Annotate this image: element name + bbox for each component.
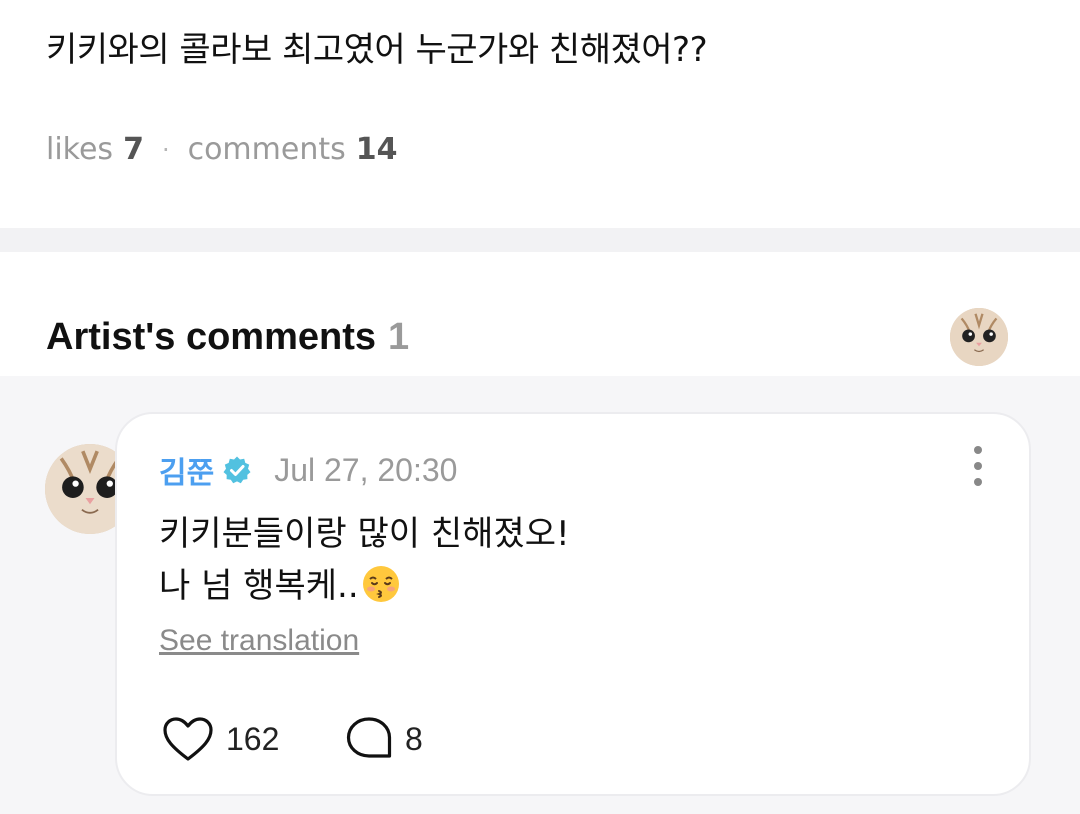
likes-label[interactable]: likes: [46, 132, 113, 167]
kissing-face-emoji-icon: [362, 566, 399, 602]
post-page: 키키와의 콜라보 최고였어 누군가와 친해졌어?? likes 7 · comm…: [0, 0, 1080, 814]
reply-button[interactable]: 8: [345, 716, 423, 762]
comment-text-line-2-row: 나 넘 행복케..: [159, 558, 401, 607]
comment-text-line-1: 키키분들이랑 많이 친해졌오!: [159, 514, 570, 554]
like-count: 162: [226, 720, 280, 757]
artist-comments-title: Artist's comments: [46, 316, 377, 358]
see-translation-link[interactable]: See translation: [159, 624, 359, 658]
artist-avatar-small[interactable]: [950, 308, 1008, 366]
post-body-text: 키키와의 콜라보 최고였어 누군가와 친해졌어??: [46, 30, 708, 70]
artist-comments-count: 1: [388, 316, 410, 358]
heart-icon: [163, 717, 213, 761]
speech-bubble-icon: [346, 717, 392, 758]
like-button[interactable]: 162: [162, 716, 279, 762]
comments-count[interactable]: 14: [356, 132, 398, 167]
stats-separator: ·: [161, 135, 170, 164]
comment-timestamp: Jul 27, 20:30: [274, 451, 458, 488]
comment-author-name[interactable]: 김쭌: [159, 448, 214, 492]
more-options-icon[interactable]: [960, 446, 996, 486]
comment-author-row: 김쭌 Jul 27, 20:30: [159, 448, 457, 492]
verified-badge-icon: [223, 456, 251, 484]
reply-count: 8: [405, 720, 423, 757]
post-stats: likes 7 · comments 14: [46, 132, 398, 167]
cat-face-icon: [950, 308, 1008, 366]
section-divider: [0, 228, 1080, 252]
comments-label[interactable]: comments: [188, 132, 346, 167]
likes-count[interactable]: 7: [123, 132, 144, 167]
comment-text-line-2: 나 넘 행복케..: [159, 566, 359, 606]
artist-comments-header: Artist's comments 1: [46, 316, 409, 359]
